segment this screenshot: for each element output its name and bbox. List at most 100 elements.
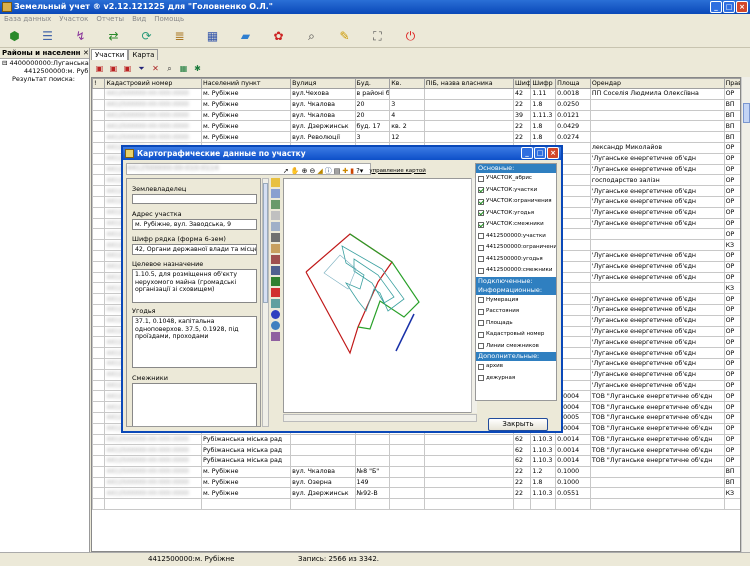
find-icon[interactable]: ⌕ — [164, 63, 175, 74]
layer-checkbox[interactable] — [478, 308, 484, 315]
layers-stack-icon[interactable] — [271, 200, 280, 209]
pointer-icon[interactable]: ➚ — [283, 167, 289, 175]
image-icon[interactable] — [271, 244, 280, 253]
layer-item[interactable]: 4412500000:ограничения — [476, 242, 556, 254]
menu-reports[interactable]: Отчеты — [96, 14, 124, 25]
menu-parcel[interactable]: Участок — [59, 14, 88, 25]
google-icon[interactable] — [271, 310, 280, 319]
column-header[interactable]: ! — [92, 78, 106, 89]
layer-checkbox[interactable] — [478, 210, 484, 217]
column-header[interactable]: Кв. — [389, 78, 425, 89]
scrollbar-thumb[interactable] — [743, 103, 750, 123]
layer-item[interactable]: Расстояния — [476, 306, 556, 318]
layer-checkbox[interactable] — [478, 297, 484, 304]
table-row[interactable]: 4412500000:00:000:0000 м. Рубіжне вул. Чка… — [92, 109, 740, 122]
table-row[interactable]: 4412500000:00:000:0000 Рубіжанська міська… — [92, 455, 740, 467]
layer-item[interactable]: УЧАСТОК_абрис — [476, 173, 556, 185]
edit-icon[interactable] — [271, 299, 280, 308]
close-window-button[interactable]: × — [736, 1, 748, 13]
layer-item[interactable]: 4412500000:угодья — [476, 254, 556, 266]
globe-icon[interactable] — [271, 321, 280, 330]
form-scrollbar[interactable] — [262, 178, 269, 427]
zoom-out-icon[interactable]: ⊖ — [309, 167, 315, 175]
close-button[interactable]: Закрыть — [488, 418, 548, 431]
point-icon[interactable] — [271, 277, 280, 286]
search-icon[interactable]: ⌕ — [301, 27, 322, 45]
pan-icon[interactable]: ✋ — [291, 167, 300, 175]
address-field[interactable]: м. Рубіжне, вул. Заводська, 9 — [132, 219, 257, 230]
minimize-button[interactable]: _ — [710, 1, 722, 13]
layer-checkbox[interactable] — [478, 244, 484, 251]
layer-item[interactable]: УЧАСТОК:угодья — [476, 208, 556, 220]
tree-item-region[interactable]: ⊟ 4400000000:Луганська — [0, 59, 89, 67]
objects-icon[interactable]: ⬢ — [4, 27, 25, 45]
filter-icon[interactable]: ⏷ — [136, 63, 147, 74]
grid-edit-icon[interactable]: ▣ — [122, 63, 133, 74]
menu-view[interactable]: Вид — [132, 14, 146, 25]
map-canvas[interactable] — [283, 178, 477, 413]
purpose-field[interactable]: 1.10.5, для розміщення об'єкту нерухомог… — [132, 269, 257, 303]
dialog-maximize-button[interactable]: □ — [534, 147, 546, 159]
layer-checkbox[interactable] — [478, 175, 484, 182]
palette-icon[interactable]: ✿ — [268, 27, 289, 45]
layer-item[interactable]: Линии смежников — [476, 341, 556, 353]
column-header[interactable]: Площа — [555, 78, 591, 89]
layer-item[interactable]: УЧАСТОК:участки — [476, 185, 556, 197]
info-icon[interactable]: ⓘ — [325, 166, 332, 176]
grid-add-icon[interactable]: ▣ — [94, 63, 105, 74]
column-header[interactable]: Орендар — [589, 78, 725, 89]
help-icon[interactable]: ?▾ — [356, 167, 363, 175]
grid-delete-icon[interactable]: ▣ — [108, 63, 119, 74]
clear-filter-icon[interactable]: ✕ — [150, 63, 161, 74]
lands-field[interactable]: 37.1, 0.1048, капітальна одноповерхов. 3… — [132, 316, 257, 368]
maximize-button[interactable]: □ — [723, 1, 735, 13]
fit-icon[interactable]: ⛶ — [367, 27, 388, 45]
column-header[interactable]: Кадастровий номер — [104, 78, 202, 89]
grid-export-icon[interactable]: ▦ — [178, 63, 189, 74]
table-row[interactable]: 4412500000:00:000:0000 Рубіжанська міська… — [92, 433, 740, 446]
refresh-icon[interactable]: ⟳ — [136, 27, 157, 45]
table-row[interactable]: 4412500000:00:000:0000 м. Рубіжне вул. Озе… — [92, 476, 740, 489]
layer-checkbox[interactable] — [478, 187, 484, 194]
folder-icon[interactable]: ▰ — [235, 27, 256, 45]
layer-item[interactable]: Кадастровый номер — [476, 329, 556, 341]
neighbors-field[interactable] — [132, 383, 257, 426]
column-header[interactable]: Шифр — [530, 78, 557, 89]
table-row[interactable]: 4412500000:00:000:0000 м. Рубіжне вул. Рев… — [92, 131, 740, 143]
layer-checkbox[interactable] — [478, 256, 484, 263]
layer-item[interactable]: Нумерация — [476, 295, 556, 307]
tree-item-city[interactable]: 4412500000:м. Рубі — [0, 67, 89, 75]
layer-checkbox[interactable] — [478, 198, 484, 205]
ruler-icon[interactable]: ◢ — [317, 167, 322, 175]
column-header[interactable]: Буд. — [354, 78, 391, 89]
tab-parcels[interactable]: Участки — [91, 49, 129, 60]
map-hscrollbar[interactable] — [283, 414, 477, 422]
layer-checkbox[interactable] — [478, 375, 484, 382]
layer-item[interactable]: 4412500000:участки — [476, 231, 556, 243]
layer-checkbox[interactable] — [478, 363, 484, 370]
column-header[interactable]: Шифр — [513, 78, 532, 89]
table-row[interactable]: 4412500000:00:000:0000 м. Рубіжне вул.Чехо… — [92, 88, 740, 100]
polygon-icon[interactable] — [271, 266, 280, 275]
grid-settings-icon[interactable]: ✱ — [192, 63, 203, 74]
pen-icon[interactable]: ✎ — [334, 27, 355, 45]
map-control-link[interactable]: управление картой — [369, 168, 425, 174]
row-code-field[interactable]: 42, Органи державної влади та місцевог — [132, 244, 257, 255]
dialog-minimize-button[interactable]: _ — [521, 147, 533, 159]
table-icon[interactable]: ▦ — [202, 27, 223, 45]
menu-help[interactable]: Помощь — [154, 14, 184, 25]
grid-scrollbar[interactable] — [741, 77, 750, 552]
grid-icon[interactable] — [271, 189, 280, 198]
layer-item[interactable]: дежурная — [476, 373, 556, 385]
table-view-icon[interactable]: ▤ — [334, 167, 341, 175]
mark-icon[interactable]: ▮ — [350, 167, 354, 175]
tree-item-search-results[interactable]: Результат поиска: — [0, 75, 89, 83]
table-row[interactable]: 4412500000:00:000:0000 м. Рубіжне вул. Дзе… — [92, 487, 740, 500]
add-icon[interactable]: ✚ — [342, 167, 348, 175]
column-header[interactable]: ПІБ, назва власника — [423, 78, 515, 89]
layer-checkbox[interactable] — [478, 331, 484, 338]
form-scroll-thumb[interactable] — [263, 183, 268, 303]
column-header[interactable]: Вулиця — [290, 78, 356, 89]
dialog-close-icon[interactable]: × — [547, 147, 559, 159]
layer-item[interactable]: УЧАСТОК:ограничения — [476, 196, 556, 208]
